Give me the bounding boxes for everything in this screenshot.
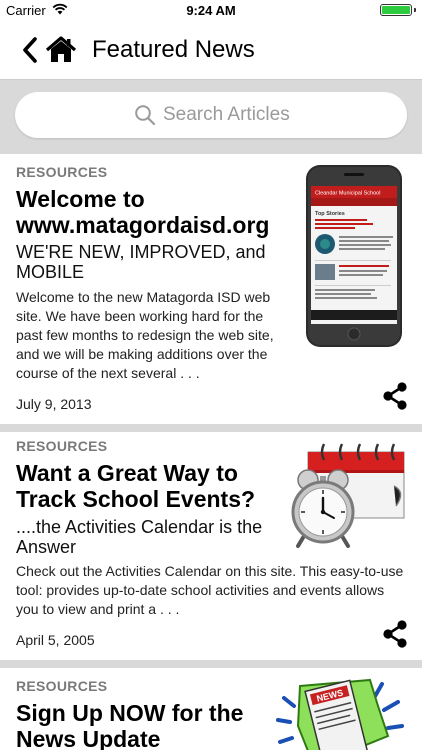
article-title: Want a Great Way to Track School Events? <box>16 460 256 512</box>
page-title: Featured News <box>92 36 255 63</box>
chevron-left-icon[interactable] <box>20 36 40 64</box>
article-date: July 9, 2013 <box>16 396 92 412</box>
article-title: Sign Up NOW for the News Update <box>16 700 244 750</box>
article-divider <box>0 660 422 668</box>
article-subtitle: ....the Activities Calendar is the Answe… <box>16 517 263 557</box>
article-card[interactable]: RESOURCES Want a Great Way to Track Scho… <box>0 432 422 660</box>
thumb-section-text: Top Stories <box>315 211 345 217</box>
search-icon <box>135 105 156 126</box>
search-area: Search Articles <box>0 80 422 154</box>
article-category: RESOURCES <box>16 164 108 180</box>
search-placeholder: Search Articles <box>163 104 290 125</box>
article-card[interactable]: RESOURCES Welcome to www.matagordaisd.or… <box>0 154 422 424</box>
share-icon[interactable] <box>382 620 408 648</box>
article-thumbnail-phone: Cleandar Municipal School Top Stories <box>306 165 402 347</box>
battery-icon <box>380 4 416 16</box>
article-thumbnail-newspaper: NEWS <box>276 678 404 750</box>
article-category: RESOURCES <box>16 438 108 454</box>
article-category: RESOURCES <box>16 678 108 694</box>
status-bar: Carrier 9:24 AM <box>0 0 422 22</box>
thumb-header-text: Cleandar Municipal School <box>315 191 380 197</box>
search-input[interactable]: Search Articles <box>15 92 407 138</box>
article-thumbnail-calendar-clock <box>291 443 405 548</box>
article-subtitle: WE'RE NEW, IMPROVED, and MOBILE <box>16 242 266 282</box>
article-snippet: Welcome to the new Matagorda ISD web sit… <box>16 289 274 381</box>
article-divider <box>0 424 422 432</box>
article-snippet: Check out the Activities Calendar on thi… <box>16 563 404 617</box>
home-icon[interactable] <box>46 36 76 64</box>
share-icon[interactable] <box>382 382 408 410</box>
article-date: April 5, 2005 <box>16 632 95 648</box>
navigation-bar: Featured News <box>0 22 422 80</box>
status-time: 9:24 AM <box>186 3 236 18</box>
article-card[interactable]: RESOURCES Sign Up NOW for the News Updat… <box>0 668 422 750</box>
article-title: Welcome to www.matagordaisd.org <box>16 186 270 238</box>
